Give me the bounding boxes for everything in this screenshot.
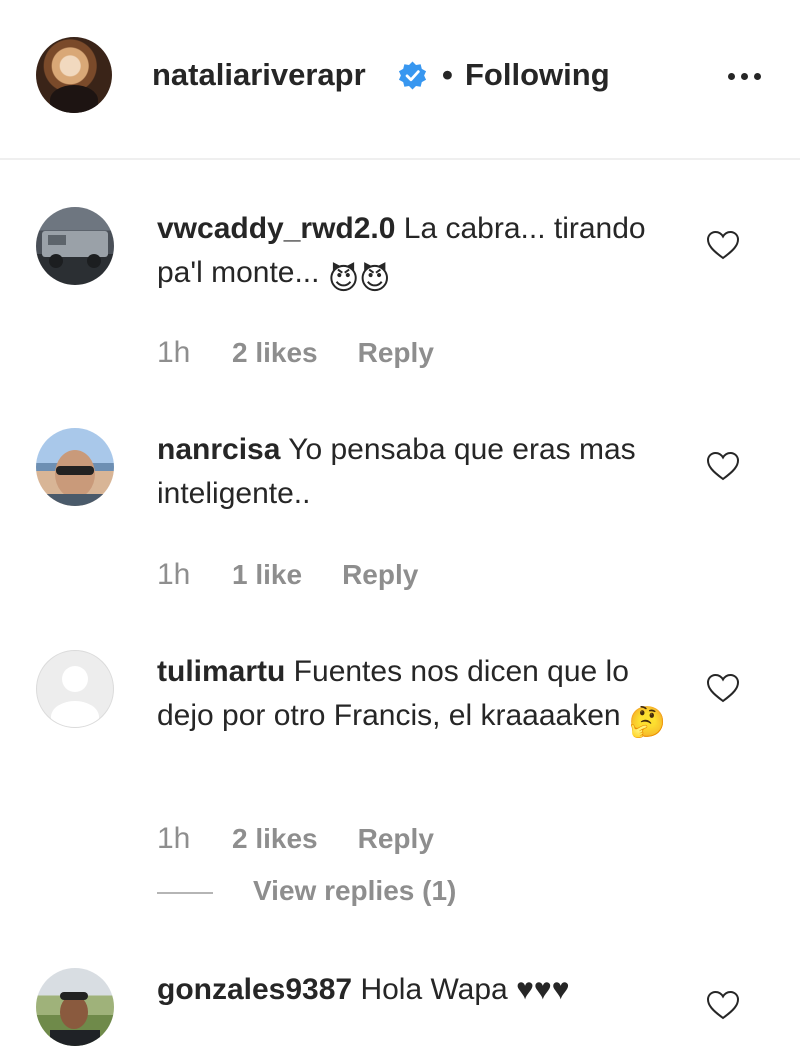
- devil-emoji: 😈😈: [327, 263, 391, 296]
- verified-badge-icon: [398, 61, 427, 90]
- comment-likes[interactable]: 2 likes: [232, 337, 318, 369]
- comment-likes[interactable]: 2 likes: [232, 823, 318, 855]
- comment-text: vwcaddy_rwd2.0 La cabra... tirando pa'l …: [157, 207, 677, 302]
- default-user-icon: [51, 666, 99, 727]
- comment-time: 1h: [157, 822, 191, 855]
- comment-username[interactable]: nanrcisa: [157, 433, 280, 466]
- thinking-emoji: 🤔: [628, 706, 667, 739]
- comment-avatar[interactable]: [36, 968, 114, 1046]
- comment-avatar[interactable]: [36, 428, 114, 506]
- header-separator: •: [442, 57, 453, 92]
- following-button[interactable]: Following: [465, 57, 610, 93]
- comment-text: gonzales9387 Hola Wapa ♥♥♥: [157, 968, 677, 1012]
- comment-body: Hola Wapa ♥♥♥: [352, 973, 570, 1006]
- comment-username[interactable]: gonzales9387: [157, 973, 352, 1006]
- heart-icon[interactable]: [706, 673, 740, 703]
- comment-meta: 1h 1 like Reply: [157, 558, 418, 592]
- truck-photo-icon: [42, 231, 108, 268]
- heart-icon[interactable]: [706, 990, 740, 1020]
- header-username[interactable]: natalia​riverapr: [152, 57, 366, 93]
- comment-avatar[interactable]: [36, 650, 114, 728]
- heart-icon[interactable]: [706, 230, 740, 260]
- reply-button[interactable]: Reply: [358, 823, 434, 855]
- reply-button[interactable]: Reply: [342, 559, 418, 591]
- comment-username[interactable]: tulimartu: [157, 655, 285, 688]
- comment-likes[interactable]: 1 like: [232, 559, 302, 591]
- more-options-icon[interactable]: [720, 58, 768, 92]
- comment-meta: 1h 2 likes Reply: [157, 336, 434, 370]
- comment-text: nanrcisa Yo pensaba que eras mas intelig…: [157, 428, 677, 516]
- reply-button[interactable]: Reply: [358, 337, 434, 369]
- comment-text: tulimartu Fuentes nos dicen que lo dejo …: [157, 650, 677, 745]
- post-header: natalia​riverapr • Following: [0, 0, 800, 160]
- heart-icon[interactable]: [706, 451, 740, 481]
- person-photo-icon: [44, 450, 106, 506]
- view-replies-divider: [157, 891, 213, 894]
- view-replies-button[interactable]: View replies (1): [157, 875, 456, 907]
- view-replies-label: View replies (1): [253, 875, 457, 906]
- comment-meta: 1h 2 likes Reply: [157, 822, 434, 856]
- person-photo-icon: [50, 992, 100, 1046]
- comment-time: 1h: [157, 336, 191, 369]
- comment-avatar[interactable]: [36, 207, 114, 285]
- profile-avatar[interactable]: [36, 37, 112, 113]
- comment-username[interactable]: vwcaddy_rwd2.0: [157, 212, 395, 245]
- comment-time: 1h: [157, 558, 191, 591]
